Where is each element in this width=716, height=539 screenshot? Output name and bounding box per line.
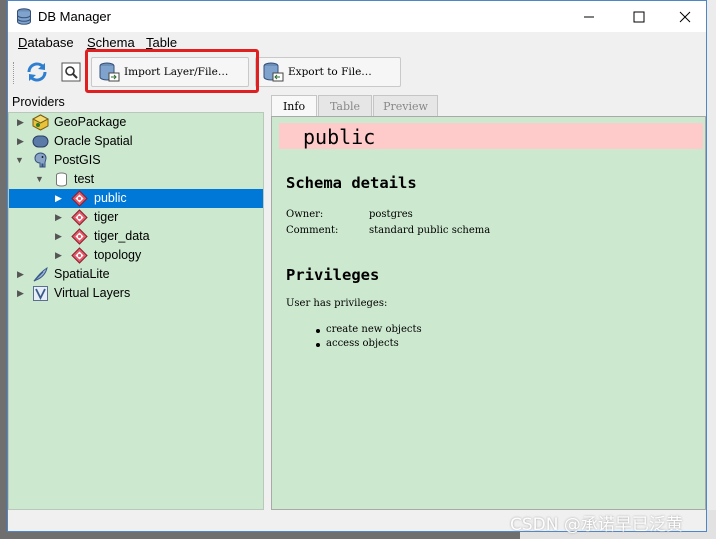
schema-icon: [71, 190, 88, 207]
tree-item-label: topology: [94, 248, 142, 262]
refresh-button[interactable]: [23, 58, 51, 86]
tree-item-label: tiger_data: [94, 229, 150, 243]
expand-arrow-icon[interactable]: ▶: [55, 250, 65, 260]
window-title: DB Manager: [38, 9, 111, 24]
schema-icon: [71, 228, 88, 245]
tree-item-tiger-data[interactable]: ▶ tiger_data: [9, 227, 263, 246]
menu-database[interactable]: Database: [18, 35, 74, 50]
providers-label: Providers: [12, 95, 65, 109]
tree-item-label: public: [94, 191, 127, 205]
tab-preview[interactable]: Preview: [373, 95, 438, 116]
close-button[interactable]: [662, 1, 708, 32]
database-app-icon: [17, 8, 31, 25]
expand-arrow-icon[interactable]: ▶: [55, 193, 65, 203]
schema-details-heading: Schema details: [286, 174, 417, 192]
tab-info[interactable]: Info: [271, 95, 317, 117]
comment-label: Comment:: [286, 225, 339, 236]
title-bar: DB Manager: [8, 1, 706, 32]
schema-icon: [71, 247, 88, 264]
import-database-icon: [99, 62, 120, 82]
spatialite-feather-icon: [33, 266, 48, 282]
tree-item-label: Virtual Layers: [54, 286, 131, 300]
collapse-arrow-icon[interactable]: ▼: [35, 174, 45, 184]
comment-value: standard public schema: [369, 225, 491, 236]
db-manager-window: DB Manager Database Schema Table Import …: [7, 0, 707, 532]
bullet-icon: [316, 329, 320, 333]
menu-table[interactable]: Table: [146, 35, 177, 50]
tree-item-tiger[interactable]: ▶ tiger: [9, 208, 263, 227]
oracle-icon: [32, 135, 49, 148]
tree-item-topology[interactable]: ▶ topology: [9, 246, 263, 265]
maximize-button[interactable]: [616, 1, 662, 32]
tree-item-label: tiger: [94, 210, 119, 224]
tree-item-public[interactable]: ▶ public: [9, 189, 263, 208]
sql-window-button[interactable]: [57, 58, 85, 86]
menu-schema[interactable]: Schema: [87, 35, 135, 50]
schema-icon: [71, 209, 88, 226]
tree-item-label: GeoPackage: [54, 115, 127, 129]
toolbar-grip[interactable]: [13, 62, 15, 84]
import-layer-button[interactable]: Import Layer/File…: [91, 57, 249, 87]
export-to-file-label: Export to File…: [288, 66, 372, 78]
owner-value: postgres: [369, 209, 413, 220]
export-to-file-button[interactable]: Export to File…: [255, 57, 401, 87]
tree-item-label: SpatiaLite: [54, 267, 110, 281]
csdn-watermark: CSDN @承诺早已泛黄: [510, 515, 683, 535]
privilege-item: create new objects: [326, 324, 422, 335]
tree-item-virtual-layers[interactable]: ▶ Virtual Layers: [9, 284, 263, 303]
toolbar: Import Layer/File… Export to File…: [8, 52, 706, 94]
sql-window-icon: [61, 62, 81, 82]
maximize-icon: [633, 11, 645, 22]
expand-arrow-icon[interactable]: ▶: [17, 117, 27, 127]
tab-table[interactable]: Table: [318, 95, 372, 116]
schema-name-heading: public: [303, 125, 376, 149]
expand-arrow-icon[interactable]: ▶: [55, 212, 65, 222]
tree-item-test[interactable]: ▼ test: [9, 170, 263, 189]
virtual-layers-icon: [33, 286, 48, 301]
import-layer-label: Import Layer/File…: [124, 66, 229, 78]
tree-item-label: test: [74, 172, 95, 186]
expand-arrow-icon[interactable]: ▶: [17, 269, 27, 279]
schema-title-banner: public: [279, 123, 703, 149]
expand-arrow-icon[interactable]: ▶: [17, 288, 27, 298]
geopackage-icon: [32, 114, 49, 131]
tree-item-label: Oracle Spatial: [54, 134, 133, 148]
tree-item-postgis[interactable]: ▼ PostGIS: [9, 151, 263, 170]
bullet-icon: [316, 343, 320, 347]
providers-tree[interactable]: ▶ GeoPackage ▶ Oracle Spatial ▼ PostGIS: [8, 112, 264, 510]
tree-item-label: PostGIS: [54, 153, 101, 167]
close-icon: [679, 11, 691, 22]
privileges-intro: User has privileges:: [286, 298, 388, 309]
minimize-button[interactable]: [566, 1, 612, 32]
owner-label: Owner:: [286, 209, 324, 220]
expand-arrow-icon[interactable]: ▶: [17, 136, 27, 146]
expand-arrow-icon[interactable]: ▶: [55, 231, 65, 241]
tree-item-geopackage[interactable]: ▶ GeoPackage: [9, 113, 263, 132]
postgis-elephant-icon: [34, 152, 47, 168]
privileges-heading: Privileges: [286, 266, 380, 284]
database-icon: [56, 172, 67, 187]
privilege-item: access objects: [326, 338, 399, 349]
export-database-icon: [263, 62, 284, 82]
collapse-arrow-icon[interactable]: ▼: [15, 155, 25, 165]
minimize-icon: [584, 16, 594, 17]
refresh-icon: [27, 62, 47, 82]
menu-bar: Database Schema Table: [8, 32, 706, 52]
tree-item-oracle-spatial[interactable]: ▶ Oracle Spatial: [9, 132, 263, 151]
tree-item-spatialite[interactable]: ▶ SpatiaLite: [9, 265, 263, 284]
info-panel: public Schema details Owner: postgres Co…: [271, 116, 706, 510]
